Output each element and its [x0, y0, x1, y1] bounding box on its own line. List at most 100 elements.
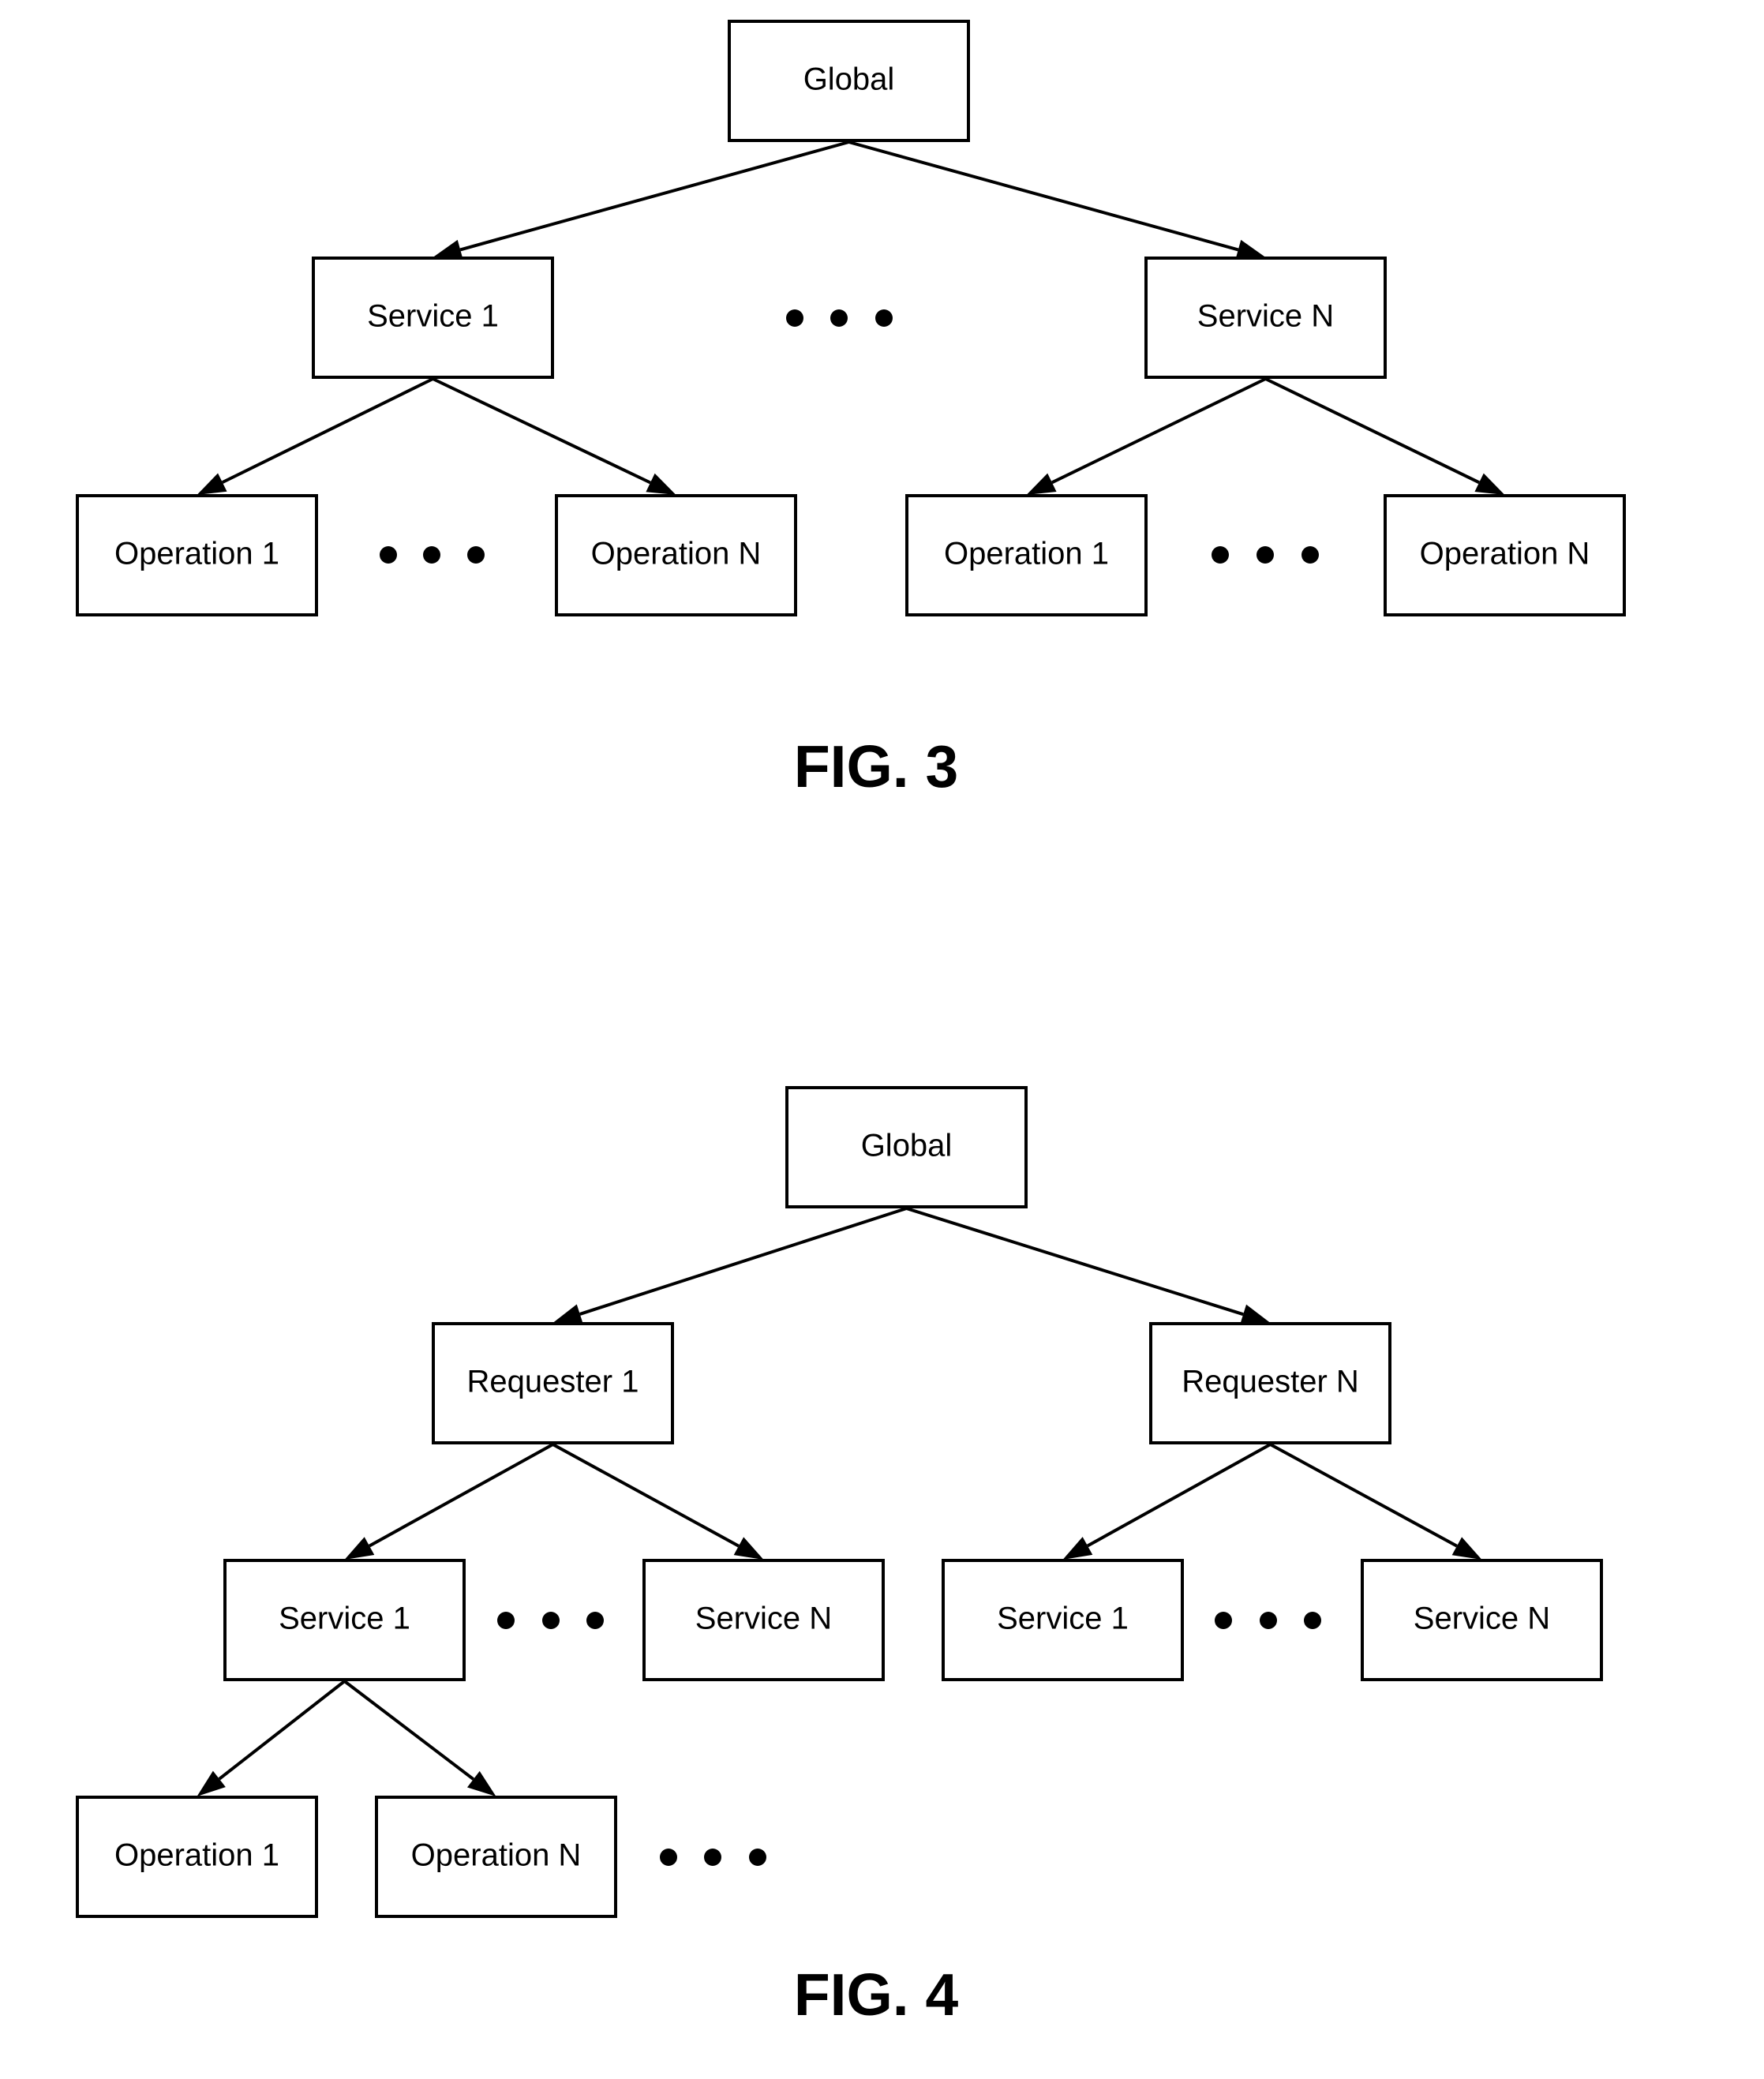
node-r1s1-operation-1: Operation 1	[76, 1796, 318, 1918]
edge-requester_1-to-r1_service_1	[344, 1443, 554, 1560]
node-label: Service 1	[367, 299, 499, 334]
node-rn-service-1: Service 1	[942, 1559, 1184, 1681]
edge-requester_1-to-r1_service_n	[552, 1443, 764, 1560]
arrowhead-icon	[552, 1304, 583, 1324]
node-label: Service N	[1197, 299, 1334, 334]
edge-service_1-to-s1_operation_1	[197, 377, 434, 495]
ellipsis-icon	[1215, 1612, 1321, 1629]
ellipsis-icon	[1212, 546, 1319, 564]
node-label: Service N	[1414, 1601, 1550, 1636]
ellipsis-dot	[1257, 546, 1274, 564]
node-rn-service-n: Service N	[1361, 1559, 1603, 1681]
arrowhead-icon	[197, 1770, 226, 1796]
edge-requester_n-to-rn_service_1	[1062, 1443, 1272, 1560]
node-global: Global	[785, 1086, 1028, 1208]
ellipsis-dot	[660, 1849, 677, 1866]
arrowhead-icon	[1062, 1537, 1093, 1560]
edge-global-to-requester_1	[552, 1207, 908, 1324]
edge-service_n-to-sn_operation_1	[1026, 377, 1267, 495]
connector-line	[459, 140, 850, 252]
ellipsis-icon	[660, 1849, 766, 1866]
edge-r1_service_1-to-r1s1_operation_1	[197, 1680, 346, 1796]
ellipsis-dot	[1260, 1612, 1277, 1629]
node-label: Operation N	[411, 1838, 582, 1873]
node-r1-service-1: Service 1	[223, 1559, 466, 1681]
figure-4: Global Requester 1 Requester N Service 1 Ser…	[76, 1086, 1603, 1918]
arrowhead-icon	[466, 1770, 496, 1796]
connector-line	[218, 1680, 346, 1781]
node-requester-n: Requester N	[1149, 1322, 1391, 1444]
node-label: Service 1	[997, 1601, 1129, 1636]
edge-requester_n-to-rn_service_n	[1269, 1443, 1482, 1560]
node-r1s1-operation-n: Operation N	[375, 1796, 617, 1918]
arrowhead-icon	[733, 1537, 764, 1560]
ellipsis-dot	[1301, 546, 1319, 564]
node-label: Global	[861, 1129, 953, 1163]
node-label: Operation 1	[944, 537, 1109, 571]
ellipsis-icon	[380, 546, 485, 564]
connector-line	[343, 1680, 475, 1781]
figure-3: Global Service 1 Service N Operation 1 Opera…	[76, 20, 1626, 616]
connector-line	[905, 1207, 1244, 1317]
node-label: Operation N	[591, 537, 762, 571]
ellipsis-dot	[497, 1612, 515, 1629]
edge-service_1-to-s1_operation_n	[432, 377, 676, 495]
ellipsis-dot	[875, 309, 893, 327]
arrowhead-icon	[646, 473, 676, 495]
figure-4-caption: FIG. 4	[794, 1961, 959, 2028]
edge-service_n-to-sn_operation_n	[1264, 377, 1505, 495]
arrowhead-icon	[1026, 473, 1057, 495]
ellipsis-dot	[423, 546, 440, 564]
node-service-1: Service 1	[312, 257, 554, 379]
ellipsis-dot	[1304, 1612, 1321, 1629]
node-requester-1: Requester 1	[432, 1322, 674, 1444]
connector-line	[1269, 1443, 1458, 1548]
ellipsis-icon	[497, 1612, 604, 1629]
edge-global-to-service_n	[848, 140, 1266, 260]
node-s1-operation-n: Operation N	[555, 494, 797, 616]
node-label: Service N	[695, 1601, 832, 1636]
ellipsis-dot	[380, 546, 397, 564]
arrowhead-icon	[344, 1537, 375, 1560]
connector-line	[848, 140, 1239, 252]
ellipsis-dot	[830, 309, 848, 327]
connector-line	[579, 1207, 908, 1316]
node-label: Operation N	[1420, 537, 1590, 571]
node-global: Global	[728, 20, 970, 142]
arrowhead-icon	[1240, 1304, 1271, 1324]
node-r1-service-n: Service N	[642, 1559, 885, 1681]
connector-line	[369, 1443, 554, 1548]
arrowhead-icon	[1451, 1537, 1482, 1560]
connector-line	[221, 377, 434, 484]
node-s1-operation-1: Operation 1	[76, 494, 318, 616]
node-sn-operation-n: Operation N	[1384, 494, 1626, 616]
ellipsis-dot	[586, 1612, 604, 1629]
node-sn-operation-1: Operation 1	[905, 494, 1148, 616]
node-label: Operation 1	[114, 537, 279, 571]
ellipsis-dot	[1212, 546, 1229, 564]
arrowhead-icon	[1474, 473, 1505, 495]
node-label: Service 1	[279, 1601, 410, 1636]
node-label: Operation 1	[114, 1838, 279, 1873]
ellipsis-dot	[786, 309, 803, 327]
figure-3-caption: FIG. 3	[794, 733, 958, 800]
connector-line	[1087, 1443, 1272, 1548]
arrowhead-icon	[197, 473, 227, 495]
edge-r1_service_1-to-r1s1_operation_n	[343, 1680, 496, 1796]
connector-line	[552, 1443, 740, 1548]
ellipsis-dot	[704, 1849, 721, 1866]
ellipsis-dot	[1215, 1612, 1232, 1629]
patent-figures-canvas: Global Service 1 Service N Operation 1 Opera…	[76, 20, 1626, 2028]
edge-global-to-requester_n	[905, 1207, 1271, 1324]
node-label: Requester N	[1182, 1365, 1359, 1399]
node-label: Requester 1	[467, 1365, 639, 1399]
connector-line	[1264, 377, 1480, 485]
ellipsis-dot	[749, 1849, 766, 1866]
edge-global-to-service_1	[433, 140, 850, 260]
ellipsis-icon	[786, 309, 893, 327]
node-service-n: Service N	[1144, 257, 1387, 379]
connector-line	[432, 377, 651, 485]
ellipsis-dot	[467, 546, 485, 564]
connector-line	[1051, 377, 1267, 485]
node-label: Global	[803, 62, 895, 97]
